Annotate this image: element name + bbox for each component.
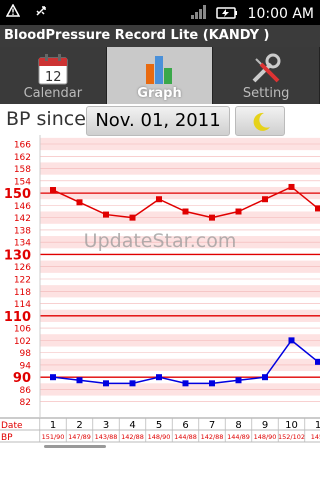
night-mode-button[interactable] [235,106,285,136]
bp-cell: 143/88 [95,433,118,441]
date-cell: 8 [235,420,241,431]
diastolic-point [103,380,109,387]
bar-chart-icon [143,52,177,86]
app-title: BloodPressure Record Lite (KANDY ) [4,28,270,43]
diastolic-point [129,380,136,387]
bp-cell: 147/89 [68,433,91,441]
bp-cell: 144/89 [227,433,250,441]
tab-calendar[interactable]: 12 Calendar [0,47,107,104]
date-cell: 9 [262,420,268,431]
date-cell: 2 [76,420,82,431]
systolic-point [288,183,295,190]
y-tick-label: 146 [14,202,31,212]
date-cell: 10 [285,420,298,431]
bp-graph: 166 162 158 154 150 146 142 138 134 130 126 122 118 1… [0,135,320,480]
systolic-point [156,196,162,203]
bp-cell: 142/88 [201,433,224,441]
warning-icon [5,3,21,22]
app-title-bar: BloodPressure Record Lite (KANDY ) [0,25,320,47]
bp-chart: 1661621581541501461421381341301261221181… [0,135,320,448]
diastolic-point [156,374,162,381]
y-tick-label: 150 [4,187,31,202]
calendar-icon: 12 [36,52,70,86]
systolic-point [315,205,320,212]
y-tick-label: 102 [14,337,31,347]
diastolic-point [209,380,215,387]
y-tick-label: 158 [14,165,31,175]
y-tick-label: 134 [14,239,31,249]
diastolic-point [288,337,295,344]
bp-cell: 148/90 [148,433,171,441]
tab-bar: 12 Calendar Graph Setting [0,47,320,104]
systolic-point [235,208,242,215]
systolic-point [129,214,136,221]
date-row-label: Date [1,421,23,431]
start-date-button[interactable]: Nov. 01, 2011 [86,106,230,136]
wrench-screwdriver-icon [249,52,283,86]
date-cell: 6 [182,420,188,431]
tab-graph[interactable]: Graph [106,47,214,104]
systolic-point [50,187,56,194]
systolic-point [262,196,268,203]
systolic-point [182,208,189,215]
y-tick-label: 114 [14,300,31,310]
bp-cell: 152/102 [278,433,305,441]
y-tick-label: 130 [4,248,31,263]
diastolic-point [262,374,268,381]
systolic-point [103,211,109,218]
bp-cell: 148/90 [254,433,277,441]
tab-setting[interactable]: Setting [213,47,320,104]
y-tick-label: 142 [14,214,31,224]
y-tick-label: 166 [14,141,31,151]
bp-cell: 142/88 [121,433,144,441]
horizontal-scrollbar [44,445,106,448]
svg-text:12: 12 [45,70,62,85]
usb-icon [34,4,48,22]
systolic-point [76,199,83,206]
diastolic-point [50,374,56,381]
date-cell: 3 [103,420,109,431]
date-cell: 1 [315,420,320,431]
watermark-text: UpdateStar.com [84,230,237,252]
date-cell: 1 [50,420,56,431]
y-tick-label: 94 [20,361,32,371]
date-cell: 4 [129,420,135,431]
y-tick-label: 110 [4,310,31,325]
y-tick-label: 82 [20,398,31,408]
y-tick-label: 126 [14,263,31,273]
y-tick-label: 122 [14,276,31,286]
bp-cell: 145/ [311,433,320,441]
y-tick-label: 162 [14,153,31,163]
battery-charging-icon [215,5,238,24]
tab-graph-label: Graph [137,86,182,101]
bp-cell: 151/90 [42,433,65,441]
y-tick-label: 98 [20,349,32,359]
bp-cell: 144/88 [174,433,197,441]
y-tick-label: 118 [14,288,31,298]
y-tick-label: 154 [14,177,31,187]
tab-setting-label: Setting [242,86,290,101]
diastolic-point [315,358,320,365]
diastolic-point [182,380,189,387]
y-tick-label: 90 [13,371,31,386]
status-time: 10:00 AM [247,6,314,22]
bp-row-label: BP [1,433,13,443]
y-tick-label: 86 [20,386,32,396]
status-bar: 10:00 AM [0,0,320,25]
diastolic-point [76,377,83,384]
y-tick-label: 138 [14,226,31,236]
systolic-point [209,214,215,221]
diastolic-point [235,377,242,384]
date-cell: 7 [209,420,215,431]
y-tick-label: 106 [14,325,31,335]
bp-since-row: BP since Nov. 01, 2011 [0,105,320,136]
signal-icon [190,4,206,24]
date-cell: 5 [156,420,162,431]
bp-since-label: BP since [6,108,86,130]
tab-calendar-label: Calendar [23,86,83,101]
